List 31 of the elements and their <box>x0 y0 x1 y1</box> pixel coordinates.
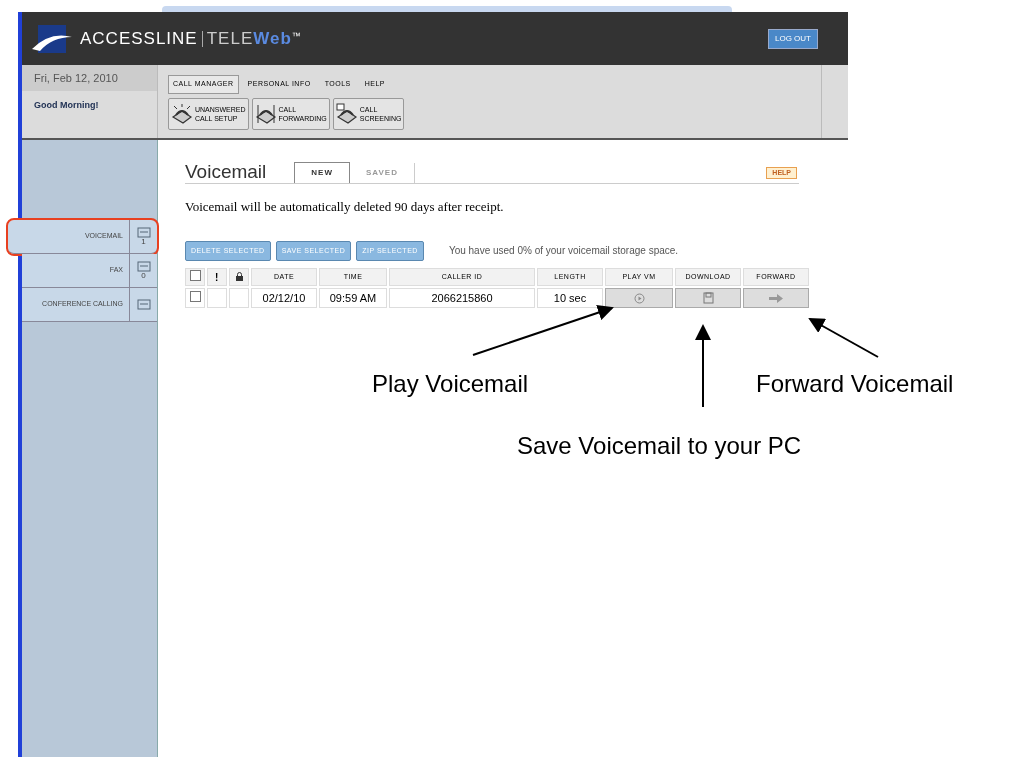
logout-button[interactable]: LOG OUT <box>768 28 818 49</box>
checkbox[interactable] <box>189 269 201 281</box>
device-icon <box>136 299 151 310</box>
table-cell: 10 sec <box>537 288 603 308</box>
table-cell: 2066215860 <box>389 288 535 308</box>
count-label: 0 <box>141 272 146 280</box>
lock-icon <box>234 272 244 282</box>
logo-text: ACCESSLINE TELEWeb$^{™}$ <box>80 27 302 50</box>
arrow-icon <box>769 293 783 303</box>
annotation-label: Save Voicemail to your PC <box>517 431 802 461</box>
download-button[interactable] <box>675 288 741 308</box>
greeting-text: Good Morning! <box>33 99 100 112</box>
device-icon <box>136 261 151 272</box>
table-cell: 02/12/10 <box>251 288 317 308</box>
forward-button[interactable] <box>743 288 809 308</box>
storage-text: You have used 0% of your voicemail storage space. <box>448 244 679 259</box>
annotation-label: Forward Voicemail <box>756 369 954 399</box>
column-header: ! <box>207 268 227 286</box>
pointer-arrow <box>808 318 879 358</box>
checkbox[interactable] <box>189 290 201 302</box>
table-cell: 09:59 AM <box>319 288 387 308</box>
play-button[interactable] <box>605 288 673 308</box>
notice-text: Voicemail will be automatically deleted 90 days after receipt. <box>185 198 505 216</box>
annotation-label: Play Voicemail <box>372 369 529 399</box>
count-label: 1 <box>141 238 146 246</box>
page-title: Voicemail <box>185 162 268 183</box>
play-icon <box>633 292 645 304</box>
device-icon <box>136 227 151 238</box>
tab[interactable]: NEW <box>294 162 350 183</box>
logo-icon <box>32 24 72 53</box>
date-label: Fri, Feb 12, 2010 <box>22 65 157 91</box>
